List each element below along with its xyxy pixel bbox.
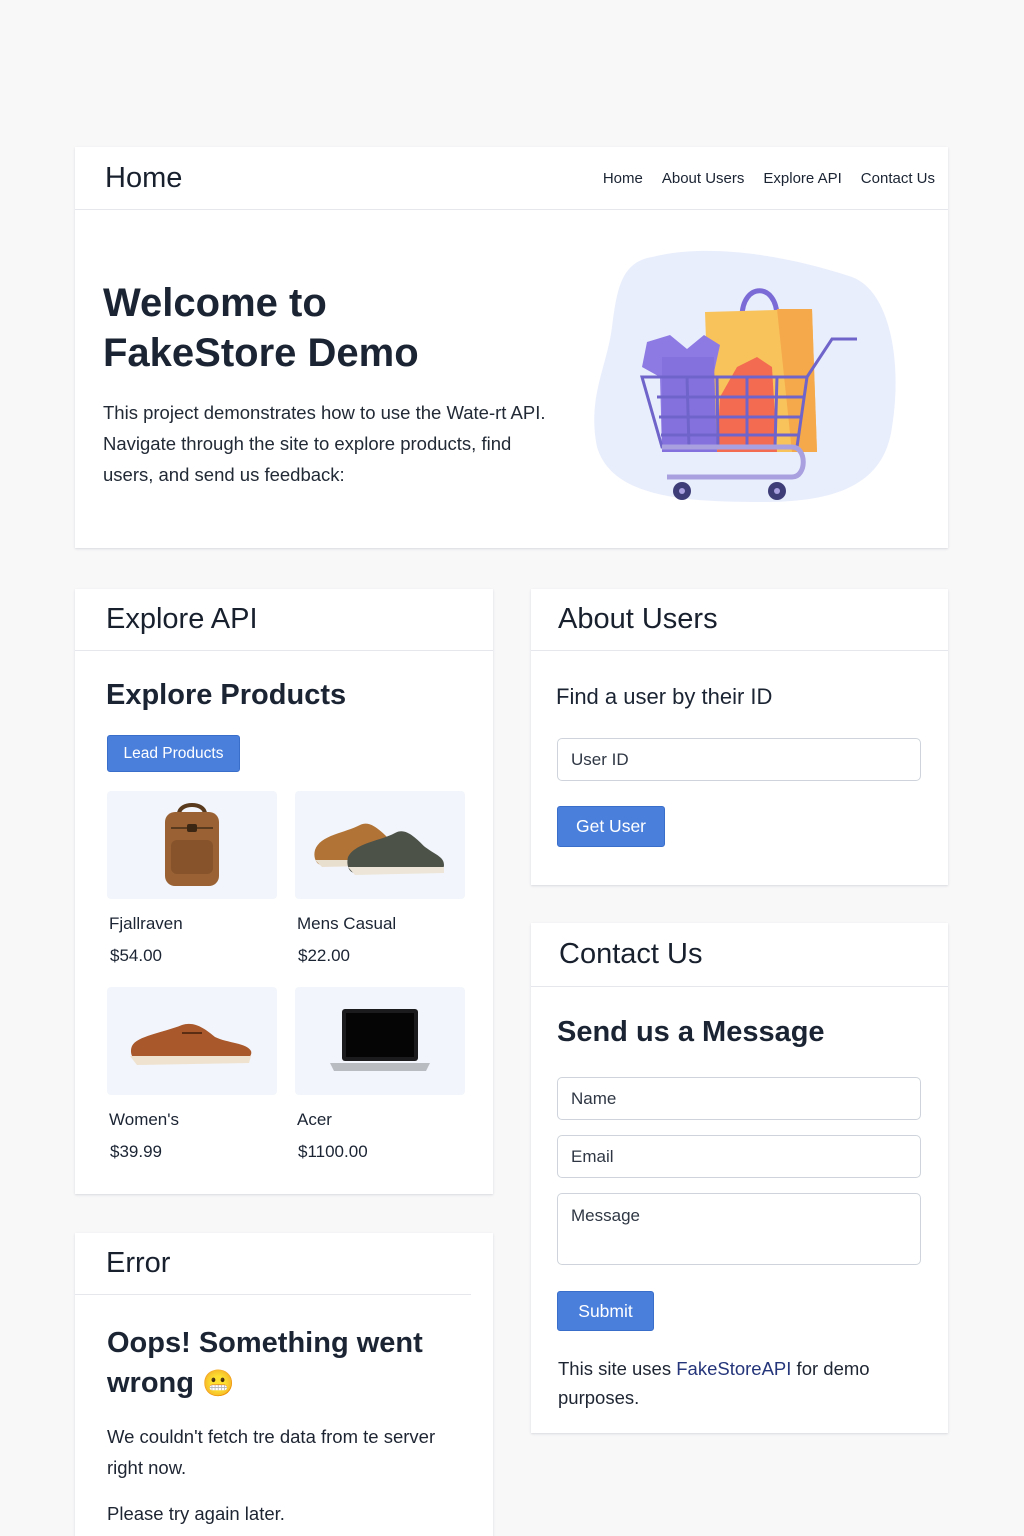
contact-us-heading: Contact Us xyxy=(559,938,703,970)
product-card[interactable]: Mens Casual $22.00 xyxy=(295,791,465,966)
product-image xyxy=(295,987,465,1095)
product-image xyxy=(295,791,465,899)
explore-api-heading: Explore API xyxy=(106,603,258,635)
message-input[interactable] xyxy=(557,1193,921,1265)
user-id-input[interactable] xyxy=(557,738,921,781)
error-title-text: Oops! Something went wrong xyxy=(107,1327,423,1399)
nav-links: Home About Users Explore API Contact Us xyxy=(603,170,935,187)
product-image xyxy=(107,987,277,1095)
name-input[interactable] xyxy=(557,1077,921,1120)
mens-shoes-icon xyxy=(314,823,444,875)
error-retry-text: Please try again later. xyxy=(107,1503,285,1524)
nav-link-about-users[interactable]: About Users xyxy=(662,170,745,187)
product-card[interactable]: Fjallraven $54.00 xyxy=(107,791,277,966)
hero-description: This project demonstrates how to use the… xyxy=(103,402,546,485)
product-name: Fjallraven xyxy=(109,914,183,933)
fakestoreapi-link[interactable]: FakeStoreAPI xyxy=(676,1358,791,1379)
product-card[interactable]: Women's $39.99 xyxy=(107,987,277,1162)
find-user-subtitle: Find a user by their ID xyxy=(556,684,773,709)
product-name: Women's xyxy=(109,1110,180,1129)
womens-shoe-icon xyxy=(130,1023,252,1065)
grimace-emoji-icon: 😬 xyxy=(202,1368,235,1398)
explore-products-title: Explore Products xyxy=(106,679,347,711)
submit-button[interactable]: Submit xyxy=(557,1291,654,1331)
footer-prefix: This site uses xyxy=(558,1358,677,1379)
footer-note: This site uses FakeStoreAPI for demo pur… xyxy=(558,1354,888,1412)
error-heading: Error xyxy=(106,1247,171,1279)
shopping-cart-illustration xyxy=(592,247,902,522)
backpack-icon xyxy=(165,803,219,886)
product-price: $22.00 xyxy=(298,946,350,965)
brand-title[interactable]: Home xyxy=(105,162,182,195)
product-card[interactable]: Acer $1100.00 xyxy=(295,987,465,1162)
error-card: Error Oops! Something went wrong 😬 We co… xyxy=(75,1233,493,1536)
nav-link-home[interactable]: Home xyxy=(603,170,643,187)
about-users-heading: About Users xyxy=(558,603,718,635)
product-image xyxy=(107,791,277,899)
about-users-card: About Users Find a user by their ID Get … xyxy=(531,589,948,885)
send-message-title: Send us a Message xyxy=(557,1016,825,1048)
explore-api-header: Explore API xyxy=(75,589,493,651)
about-users-header: About Users xyxy=(531,589,948,651)
hero-card: Home Home About Users Explore API Contac… xyxy=(75,147,948,548)
product-price: $1100.00 xyxy=(298,1142,368,1161)
error-header: Error xyxy=(75,1233,471,1295)
load-products-button[interactable]: Lead Products xyxy=(107,735,240,772)
product-price: $39.99 xyxy=(110,1142,162,1161)
product-price: $54.00 xyxy=(110,946,162,965)
explore-api-card: Explore API Explore Products Lead Produc… xyxy=(75,589,493,1194)
navbar: Home Home About Users Explore API Contac… xyxy=(75,147,948,210)
error-message: We couldn't fetch tre data from te serve… xyxy=(107,1426,436,1478)
product-name: Acer xyxy=(297,1110,332,1129)
contact-us-header: Contact Us xyxy=(531,923,948,987)
get-user-button[interactable]: Get User xyxy=(557,806,665,847)
nav-link-explore-api[interactable]: Explore API xyxy=(763,170,841,187)
error-title: Oops! Something went wrong 😬 xyxy=(107,1323,467,1403)
laptop-icon xyxy=(330,1009,430,1071)
hero-title: Welcome to FakeStore Demo xyxy=(103,281,419,375)
nav-link-contact-us[interactable]: Contact Us xyxy=(861,170,935,187)
contact-us-card: Contact Us Send us a Message Submit This… xyxy=(531,923,948,1433)
email-input[interactable] xyxy=(557,1135,921,1178)
product-name: Mens Casual xyxy=(297,914,397,933)
